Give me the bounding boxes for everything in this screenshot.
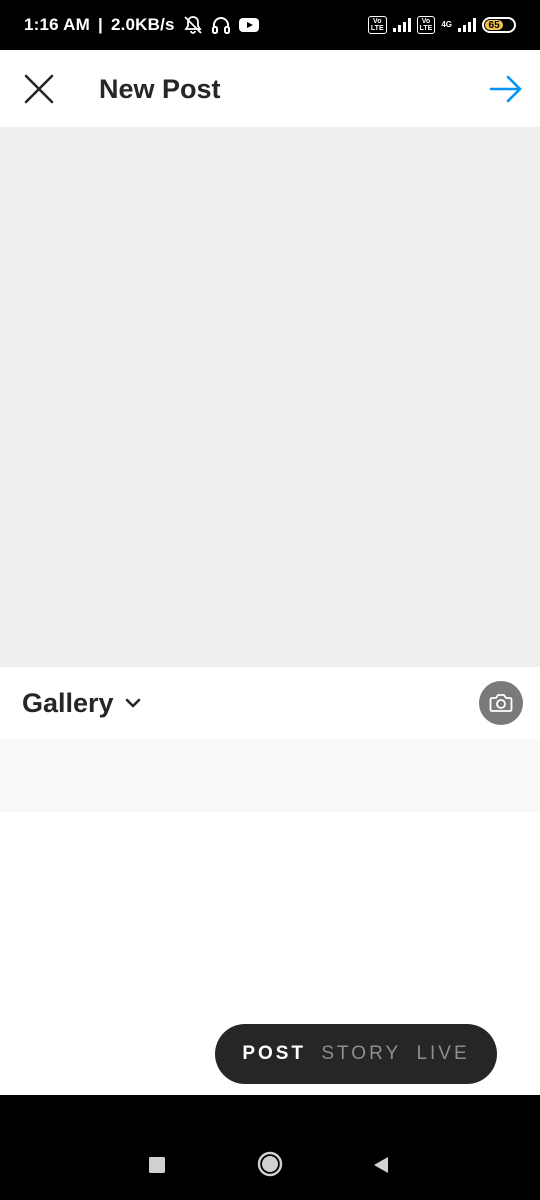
page-title: New Post [99, 74, 221, 104]
network-speed: 2.0KB/s [110, 15, 175, 34]
battery-icon: 65 [482, 17, 516, 33]
home-icon [257, 1151, 283, 1177]
youtube-icon [238, 15, 259, 35]
close-button[interactable] [22, 72, 56, 106]
top-app-bar: New Post [0, 50, 540, 127]
back-icon [374, 1157, 388, 1173]
mode-live[interactable]: LIVE [416, 1043, 469, 1065]
system-nav-bar [0, 1095, 540, 1200]
battery-level: 65 [485, 20, 504, 31]
signal-strength-icon-2 [458, 18, 476, 32]
mode-story[interactable]: STORY [321, 1043, 401, 1065]
next-button[interactable] [488, 72, 524, 106]
media-preview [0, 127, 540, 667]
recent-apps-button[interactable] [144, 1152, 170, 1178]
home-button[interactable] [256, 1150, 284, 1178]
network-type-label: 4G [441, 20, 452, 29]
volte-badge-1: Vo LTE [367, 16, 387, 34]
mute-bell-icon [183, 15, 203, 35]
gallery-header: Gallery [0, 667, 540, 739]
status-bar: 1:16 AM | 2.0KB/s Vo LTE Vo LTE 4G 65 [0, 0, 540, 50]
chevron-down-icon [125, 698, 140, 708]
headphones-icon [211, 15, 231, 35]
back-button[interactable] [368, 1152, 394, 1178]
status-left: 1:16 AM | 2.0KB/s [24, 15, 259, 35]
gallery-dropdown[interactable]: Gallery [22, 685, 142, 721]
close-icon [24, 74, 54, 104]
recent-apps-icon [149, 1157, 165, 1173]
signal-strength-icon-1 [392, 18, 411, 32]
volte-badge-2: Vo LTE [416, 16, 436, 34]
status-right: Vo LTE Vo LTE 4G 65 [367, 16, 516, 34]
status-time: 1:16 AM [24, 15, 90, 34]
gallery-grid [0, 739, 540, 812]
status-separator: | [97, 15, 103, 34]
camera-icon [489, 694, 513, 712]
mode-post[interactable]: POST [242, 1043, 306, 1065]
arrow-right-icon [489, 75, 522, 103]
mode-selector: POST STORY LIVE [215, 1024, 497, 1084]
gallery-label: Gallery [22, 688, 114, 718]
camera-button[interactable] [479, 681, 523, 725]
